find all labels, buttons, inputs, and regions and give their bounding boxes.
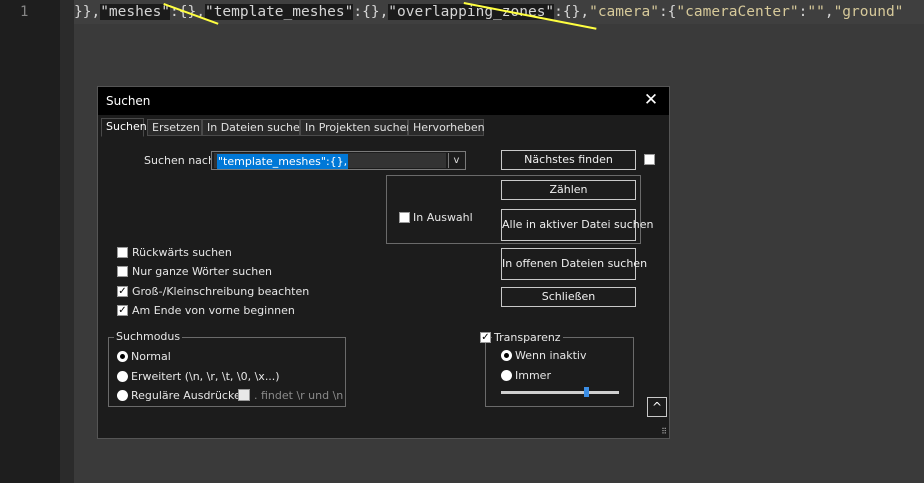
code-token: :{}, — [554, 4, 590, 20]
mode-normal-label: Normal — [131, 350, 171, 363]
collapse-icon[interactable]: ^ — [647, 397, 667, 417]
dot-newline-label: . findet \r und \n — [254, 389, 344, 402]
wrap-checkbox[interactable]: ✓ — [117, 305, 128, 316]
code-token: :{}, — [353, 4, 389, 20]
backward-label: Rückwärts suchen — [132, 246, 232, 259]
code-token: "ground" — [833, 4, 904, 20]
line-number-gutter: 1 — [0, 0, 60, 483]
find-all-open-button[interactable]: In offenen Dateien suchen — [501, 248, 647, 280]
on-inactive-radio[interactable] — [501, 350, 512, 361]
code-token: "camera" — [589, 4, 659, 20]
mode-normal-radio[interactable] — [117, 351, 128, 362]
code-token: "meshes" — [100, 4, 171, 20]
search-combo[interactable]: "template_meshes":{}, v — [211, 151, 466, 170]
code-line[interactable]: }},"meshes":{},"template_meshes":{},"ove… — [74, 0, 924, 24]
transparency-checkbox[interactable]: ✓ — [480, 332, 491, 343]
count-button[interactable]: Zählen — [501, 180, 636, 200]
find-dialog: Suchen ✕ Suchen Ersetzen In Dateien such… — [97, 86, 670, 439]
transparency-slider-thumb[interactable] — [583, 387, 589, 397]
code-token: "template_meshes" — [204, 4, 354, 20]
tab-in-dateien-suchen[interactable]: In Dateien suchen — [202, 119, 307, 136]
wrap-label: Am Ende von vorne beginnen — [132, 304, 295, 317]
search-input-value: "template_meshes":{}, — [217, 154, 349, 169]
dialog-titlebar[interactable]: Suchen ✕ — [98, 87, 669, 115]
fold-margin[interactable] — [60, 0, 74, 483]
transparency-slider[interactable] — [501, 391, 619, 394]
code-token: "cameraCenter" — [676, 4, 799, 20]
find-all-current-button[interactable]: Alle in aktiver Datei suchen — [501, 209, 654, 241]
code-token: }}, — [74, 4, 101, 20]
line-number: 1 — [20, 4, 29, 20]
mode-extended-label: Erweitert (\n, \r, \t, \0, \x...) — [131, 370, 280, 383]
tab-hervorheben[interactable]: Hervorheben — [408, 119, 485, 136]
backward-checkbox[interactable] — [117, 247, 128, 258]
in-selection-checkbox[interactable] — [399, 212, 410, 223]
dialog-title: Suchen — [106, 94, 151, 108]
dot-newline-checkbox[interactable] — [238, 389, 250, 401]
always-radio[interactable] — [501, 370, 512, 381]
resize-grip-icon[interactable]: ⠿ — [661, 427, 667, 436]
whole-word-label: Nur ganze Wörter suchen — [132, 265, 272, 278]
close-button[interactable]: Schließen — [501, 287, 636, 307]
mode-extended-radio[interactable] — [117, 371, 128, 382]
whole-word-checkbox[interactable] — [117, 266, 128, 277]
code-token: :{ — [658, 4, 677, 20]
match-case-checkbox[interactable]: ✓ — [117, 286, 128, 297]
code-token: , — [824, 4, 834, 20]
mode-regex-radio[interactable] — [117, 390, 128, 401]
search-label: Suchen nach: — [144, 154, 219, 167]
find-next-button[interactable]: Nächstes finden — [501, 150, 636, 170]
code-token: "" — [807, 4, 825, 20]
tab-in-projekten-suchen[interactable]: In Projekten suchen — [300, 119, 413, 136]
mode-regex-label: Reguläre Ausdrücke — [131, 389, 241, 402]
always-label: Immer — [515, 369, 551, 382]
search-input[interactable]: "template_meshes":{}, — [214, 153, 446, 169]
tab-ersetzen[interactable]: Ersetzen — [147, 119, 202, 136]
code-token: "overlapping_zones" — [388, 4, 555, 20]
in-selection-label: In Auswahl — [413, 211, 473, 224]
search-mode-label: Suchmodus — [114, 330, 183, 343]
chevron-down-icon[interactable]: v — [448, 153, 464, 168]
tab-suchen[interactable]: Suchen — [101, 118, 147, 137]
find-next-option-checkbox[interactable] — [644, 154, 655, 165]
transparency-label: Transparenz — [492, 331, 563, 344]
close-icon[interactable]: ✕ — [641, 90, 661, 110]
match-case-label: Groß-/Kleinschreibung beachten — [132, 285, 310, 298]
on-inactive-label: Wenn inaktiv — [515, 349, 587, 362]
